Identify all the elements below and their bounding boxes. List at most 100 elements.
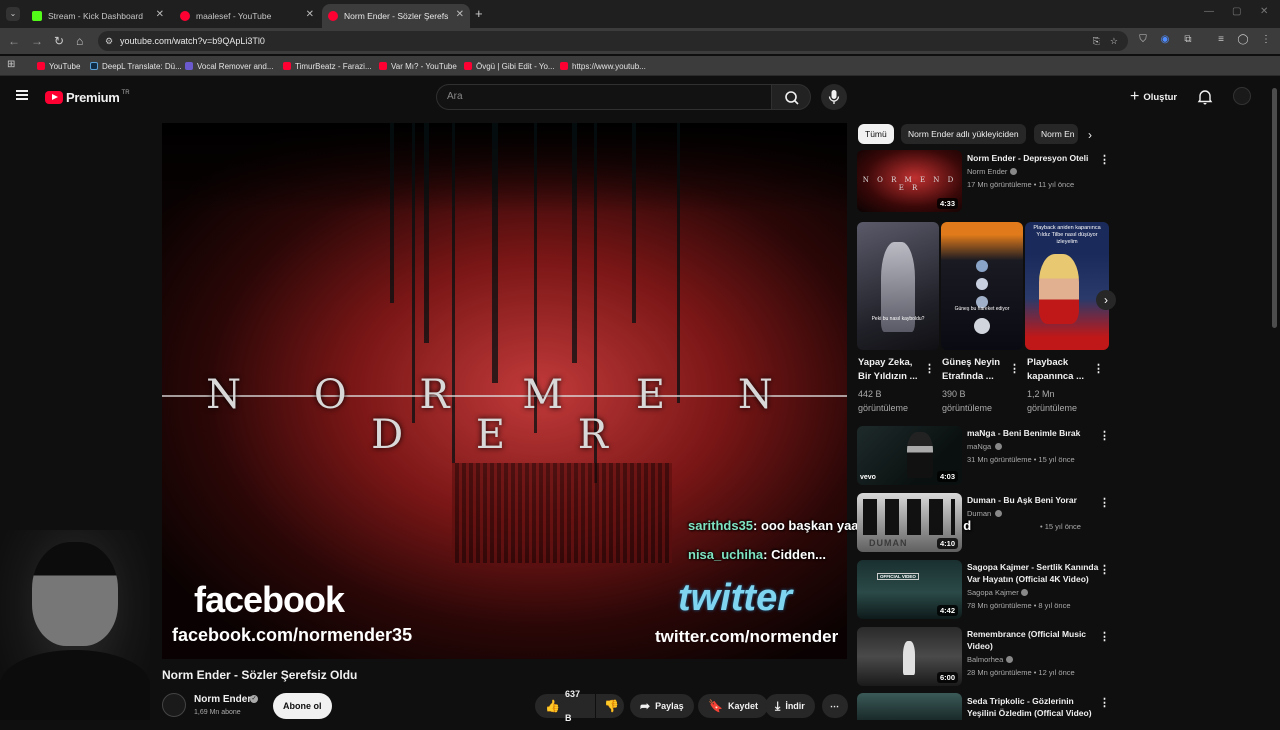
install-app-icon[interactable]: ⎘ [1093, 31, 1100, 51]
share-button[interactable]: ➦ Paylaş [630, 694, 694, 718]
video-thumbnail[interactable]: OFFICIAL VIDEO 4:42 [857, 560, 962, 619]
video-thumbnail[interactable]: DUMAN 4:10 [857, 493, 962, 552]
apps-grid-icon[interactable]: ⊞ [7, 59, 15, 70]
shield-extension-icon[interactable]: ⛉ [1137, 34, 1149, 46]
video-menu-icon[interactable]: ⋮ [1099, 563, 1110, 576]
reload-button[interactable]: ↻ [54, 34, 64, 48]
save-button[interactable]: 🔖 Kaydet [698, 694, 768, 718]
chip-from-uploader[interactable]: Norm Ender adlı yükleyiciden [901, 124, 1026, 144]
audio-extension-icon[interactable]: ◉ [1159, 34, 1171, 46]
maximize-button[interactable]: ▢ [1232, 6, 1241, 17]
account-avatar[interactable] [1233, 87, 1251, 105]
channel-name[interactable]: Norm Ender [194, 694, 251, 705]
video-thumbnail[interactable]: 6:00 [857, 627, 962, 686]
subscribe-button[interactable]: Abone ol [273, 693, 332, 719]
like-button[interactable]: 👍 637 B [535, 689, 595, 723]
related-video-channel[interactable]: Duman [967, 509, 991, 518]
extensions-puzzle-icon[interactable]: ⧉ [1182, 34, 1194, 46]
short-menu-icon[interactable]: ⋮ [1009, 362, 1020, 375]
youtube-premium-logo[interactable]: Premium TR [45, 90, 130, 105]
thumbs-up-icon: 👍 [545, 699, 560, 713]
related-video-channel[interactable]: Balmorhea [967, 655, 1003, 664]
video-menu-icon[interactable]: ⋮ [1099, 630, 1110, 643]
video-thumbnail[interactable]: N O R M E N D E R 4:33 [857, 150, 962, 212]
related-video-title[interactable]: Duman - Bu Aşk Beni Yorar [967, 494, 1077, 506]
create-button[interactable]: + Oluştur [1130, 88, 1177, 106]
short-title[interactable]: Güneş Neyin Etrafında ... [942, 356, 1000, 384]
video-menu-icon[interactable]: ⋮ [1099, 496, 1110, 509]
short-title[interactable]: Yapay Zeka, Bir Yıldızın ... [858, 356, 917, 384]
share-icon: ➦ [640, 699, 651, 713]
notifications-button[interactable] [1197, 88, 1213, 110]
dislike-button[interactable]: 👎 [596, 694, 624, 718]
duman-logo: DUMAN [869, 538, 908, 548]
bookmark-vocal-remover[interactable]: Vocal Remover and... [185, 59, 273, 73]
short-thumbnail[interactable]: Playback aniden kapanınca Yıldız Tilbe n… [1025, 222, 1109, 350]
video-thumbnail[interactable] [857, 693, 962, 720]
new-tab-button[interactable]: + [475, 6, 483, 21]
profile-icon[interactable]: ◯ [1237, 34, 1249, 46]
related-video-title[interactable]: Sagopa Kajmer - Sertlik Kanında Var Hayat… [967, 561, 1098, 585]
page-scrollbar[interactable] [1272, 88, 1277, 328]
related-video-channel[interactable]: Norm Ender [967, 167, 1007, 176]
bookmark-label: Vocal Remover and... [197, 61, 274, 71]
related-video-title[interactable]: Remembrance (Official Music Video) [967, 628, 1086, 652]
short-thumbnail[interactable]: Güneş bu hareket ediyor [941, 222, 1023, 350]
home-button[interactable]: ⌂ [76, 34, 83, 48]
video-menu-icon[interactable]: ⋮ [1099, 153, 1110, 166]
related-video-title[interactable]: maNga - Beni Benimle Bırak [967, 427, 1080, 439]
youtube-icon [283, 62, 291, 70]
streamer-body [0, 650, 150, 720]
tab-maalesef[interactable]: maalesef - YouTube ✕ [174, 4, 320, 28]
chip-related[interactable]: Norm En [1034, 124, 1078, 144]
related-video-channel[interactable]: maNga [967, 442, 991, 451]
forward-button[interactable]: → [31, 34, 43, 48]
related-video-title[interactable]: Norm Ender - Depresyon Oteli [967, 152, 1088, 164]
short-thumbnail[interactable]: Peki bu nasıl kayboldu? [857, 222, 939, 350]
video-thumbnail[interactable]: vevo 4:03 [857, 426, 962, 485]
bookmark-youtube-url[interactable]: https://www.youtub... [560, 59, 646, 73]
tab-kick-dashboard[interactable]: Stream - Kick Dashboard ✕ [26, 4, 170, 28]
chips-next-arrow-icon[interactable]: › [1088, 128, 1092, 142]
bookmark-timurbeatz[interactable]: TimurBeatz - Farazi... [283, 59, 372, 73]
browser-menu-icon[interactable]: ⋮ [1260, 34, 1272, 46]
media-controls-icon[interactable]: ≡ [1215, 34, 1227, 46]
download-button[interactable]: ⤓ İndir [765, 694, 815, 718]
shorts-next-button[interactable]: › [1096, 290, 1116, 310]
address-bar[interactable]: ⚙ youtube.com/watch?v=b9QApLi3Tl0 ⎘ ☆ [98, 31, 1128, 51]
bookmark-star-icon[interactable]: ☆ [1110, 31, 1118, 51]
bookmark-deepl[interactable]: DeepL Translate: Dü... [90, 59, 182, 73]
more-actions-button[interactable]: ⋯ [822, 694, 848, 718]
bookmark-ovgu[interactable]: Övgü | Gibi Edit - Yo... [464, 59, 555, 73]
search-input[interactable]: Ara [436, 84, 772, 110]
video-player[interactable]: N O R M E N D E R facebook facebook.com/… [162, 123, 847, 659]
short-menu-icon[interactable]: ⋮ [1093, 362, 1104, 375]
minimize-button[interactable]: — [1204, 6, 1214, 17]
close-icon[interactable]: ✕ [156, 9, 164, 20]
official-video-badge: OFFICIAL VIDEO [877, 573, 919, 580]
video-menu-icon[interactable]: ⋮ [1099, 429, 1110, 442]
channel-avatar[interactable] [162, 693, 186, 717]
bookmark-youtube[interactable]: YouTube [37, 59, 80, 73]
window-close-button[interactable]: ✕ [1260, 6, 1268, 17]
glitch-streak [492, 123, 498, 383]
hamburger-menu-icon[interactable] [16, 90, 28, 100]
vevo-logo: vevo [860, 474, 876, 481]
short-title-line: kapanınca ... [1027, 371, 1085, 382]
bookmark-var-mi[interactable]: Var Mı? - YouTube [379, 59, 457, 73]
related-video-title[interactable]: Seda Tripkolic - Gözlerinin Yeşilini Özle… [967, 695, 1092, 719]
site-info-icon[interactable]: ⚙ [105, 31, 113, 51]
search-button[interactable] [771, 84, 811, 110]
related-video-channel[interactable]: Sagopa Kajmer [967, 588, 1019, 597]
close-icon[interactable]: ✕ [456, 9, 464, 20]
chip-all[interactable]: Tümü [858, 124, 894, 144]
video-menu-icon[interactable]: ⋮ [1099, 696, 1110, 709]
short-title[interactable]: Playback kapanınca ... [1027, 356, 1084, 384]
short-menu-icon[interactable]: ⋮ [924, 362, 935, 375]
close-icon[interactable]: ✕ [306, 9, 314, 20]
voice-search-button[interactable] [821, 84, 847, 110]
tab-search-icon[interactable]: ⌄ [6, 7, 20, 21]
back-button[interactable]: ← [8, 34, 20, 48]
tab-norm-ender[interactable]: Norm Ender - Sözler Şerefsiz Ol ✕ [322, 4, 470, 28]
title-line: Var Hayatın (Official 4K Video) [967, 574, 1089, 584]
